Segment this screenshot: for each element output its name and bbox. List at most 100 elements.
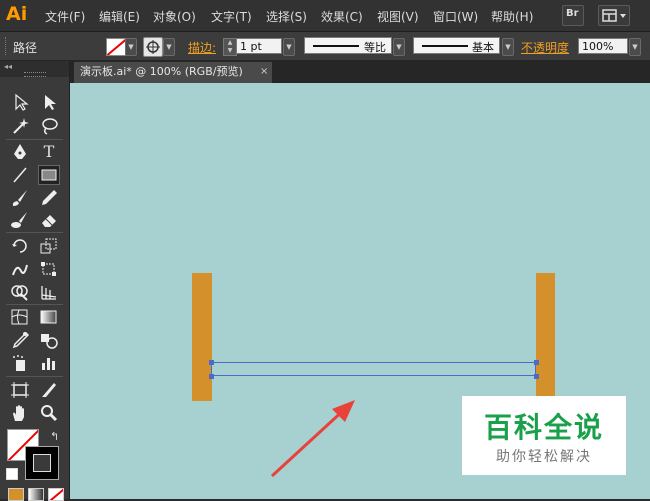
stroke-weight-field[interactable]: 1 pt bbox=[236, 38, 282, 54]
column-graph-tool[interactable] bbox=[38, 353, 60, 373]
column-graph-icon bbox=[42, 358, 55, 370]
menu-file[interactable]: 文件(F) bbox=[45, 8, 85, 25]
stroke-color-swatch[interactable] bbox=[25, 446, 59, 480]
slice-tool[interactable] bbox=[38, 380, 60, 400]
blend-icon bbox=[41, 334, 58, 349]
brush-dropdown[interactable]: ▼ bbox=[502, 38, 514, 56]
tools-panel-header[interactable]: ◂◂ bbox=[0, 61, 69, 77]
workspace-switcher[interactable] bbox=[598, 5, 630, 26]
shape-builder-tool[interactable] bbox=[9, 282, 31, 302]
default-colors-icon[interactable] bbox=[6, 468, 18, 480]
selected-rectangle-path[interactable] bbox=[211, 362, 536, 376]
anchor-point[interactable] bbox=[209, 374, 214, 379]
fill-dropdown[interactable]: ▼ bbox=[125, 38, 137, 56]
perspective-grid-tool[interactable] bbox=[38, 282, 60, 302]
zoom-tool[interactable] bbox=[38, 403, 60, 423]
menu-edit[interactable]: 编辑(E) bbox=[99, 8, 140, 25]
stroke-link[interactable]: 描边: bbox=[188, 39, 216, 56]
tool-separator bbox=[6, 139, 63, 140]
pencil-icon bbox=[42, 190, 57, 205]
gradient-icon bbox=[40, 310, 57, 324]
none-slash-icon bbox=[49, 489, 63, 500]
mesh-tool[interactable] bbox=[9, 307, 31, 327]
blend-tool[interactable] bbox=[38, 330, 60, 350]
hand-tool[interactable] bbox=[9, 403, 31, 423]
collapse-icon[interactable]: ◂◂ bbox=[4, 62, 12, 71]
profile-line-icon bbox=[313, 45, 359, 47]
swap-fill-stroke-icon[interactable]: ↰ bbox=[50, 430, 59, 443]
magic-wand-icon bbox=[13, 118, 29, 134]
lasso-icon bbox=[42, 118, 58, 135]
pen-tool[interactable] bbox=[9, 142, 31, 162]
eyedropper-icon bbox=[12, 331, 30, 349]
type-tool[interactable]: T bbox=[38, 142, 60, 162]
tool-separator bbox=[6, 376, 63, 377]
brush-label: 基本 bbox=[472, 41, 494, 54]
menu-view[interactable]: 视图(V) bbox=[377, 8, 419, 25]
left-post-shape[interactable] bbox=[192, 273, 212, 401]
magic-wand-tool[interactable] bbox=[9, 116, 31, 136]
free-transform-icon bbox=[41, 262, 56, 276]
anchor-point[interactable] bbox=[534, 374, 539, 379]
right-post-shape[interactable] bbox=[536, 273, 555, 401]
opacity-link[interactable]: 不透明度 bbox=[521, 39, 569, 56]
gradient-mode-button[interactable] bbox=[28, 488, 44, 501]
rotate-tool[interactable] bbox=[9, 236, 31, 256]
symbol-sprayer-icon bbox=[13, 355, 25, 371]
brush-definition[interactable]: 基本 bbox=[413, 37, 500, 54]
gradient-tool[interactable] bbox=[38, 307, 60, 327]
stroke-dropdown[interactable]: ▼ bbox=[163, 38, 175, 56]
direct-selection-tool[interactable] bbox=[38, 92, 60, 112]
menu-help[interactable]: 帮助(H) bbox=[491, 8, 533, 25]
none-mode-button[interactable] bbox=[48, 488, 64, 501]
free-transform-tool[interactable] bbox=[38, 259, 60, 279]
lasso-tool[interactable] bbox=[38, 116, 60, 136]
menu-select[interactable]: 选择(S) bbox=[266, 8, 307, 25]
watermark-badge: 百科全说 助你轻松解决 bbox=[462, 396, 626, 475]
close-tab-icon[interactable]: × bbox=[260, 66, 268, 77]
profile-dropdown[interactable]: ▼ bbox=[393, 38, 405, 56]
rotate-icon bbox=[12, 239, 27, 253]
stroke-weight-dropdown[interactable]: ▼ bbox=[283, 38, 295, 56]
color-mode-button[interactable] bbox=[8, 488, 24, 501]
stroke-swatch[interactable] bbox=[143, 37, 163, 57]
type-icon: T bbox=[43, 142, 55, 161]
eraser-tool[interactable] bbox=[38, 210, 60, 230]
mesh-icon bbox=[11, 309, 28, 325]
blob-brush-tool[interactable] bbox=[9, 210, 31, 230]
slice-icon bbox=[42, 383, 56, 397]
scale-icon bbox=[40, 238, 57, 254]
bridge-button[interactable]: Br bbox=[562, 5, 584, 26]
anchor-point[interactable] bbox=[209, 360, 214, 365]
tool-separator bbox=[6, 304, 63, 305]
menu-type[interactable]: 文字(T) bbox=[211, 8, 252, 25]
paintbrush-tool[interactable] bbox=[9, 188, 31, 208]
pen-icon bbox=[14, 144, 26, 159]
anchor-point[interactable] bbox=[534, 360, 539, 365]
menu-effect[interactable]: 效果(C) bbox=[321, 8, 363, 25]
watermark-title: 百科全说 bbox=[483, 411, 604, 444]
profile-label: 等比 bbox=[364, 41, 386, 54]
fill-swatch[interactable] bbox=[106, 38, 126, 56]
opacity-field[interactable]: 100% bbox=[578, 38, 628, 54]
document-tab[interactable]: 演示板.ai* @ 100% (RGB/预览) bbox=[74, 62, 272, 83]
rectangle-tool[interactable] bbox=[38, 165, 60, 185]
line-segment-tool[interactable] bbox=[9, 165, 31, 185]
eyedropper-tool[interactable] bbox=[9, 330, 31, 350]
opacity-dropdown[interactable]: ▼ bbox=[629, 38, 641, 56]
control-bar-grip[interactable] bbox=[5, 37, 9, 55]
symbol-sprayer-tool[interactable] bbox=[9, 353, 31, 373]
bridge-icon: Br bbox=[566, 8, 579, 19]
menu-object[interactable]: 对象(O) bbox=[153, 8, 196, 25]
pencil-tool[interactable] bbox=[38, 188, 60, 208]
menu-window[interactable]: 窗口(W) bbox=[433, 8, 478, 25]
warp-tool[interactable] bbox=[9, 259, 31, 279]
variable-width-profile[interactable]: 等比 bbox=[304, 37, 392, 54]
selection-tool[interactable] bbox=[9, 92, 31, 112]
artboard-tool[interactable] bbox=[9, 380, 31, 400]
scale-tool[interactable] bbox=[38, 236, 60, 256]
none-slash-icon bbox=[107, 39, 125, 55]
stroke-inner bbox=[33, 454, 51, 472]
app-logo: Ai bbox=[6, 3, 28, 25]
stroke-weight-stepper[interactable]: ▲ ▼ bbox=[223, 38, 237, 56]
